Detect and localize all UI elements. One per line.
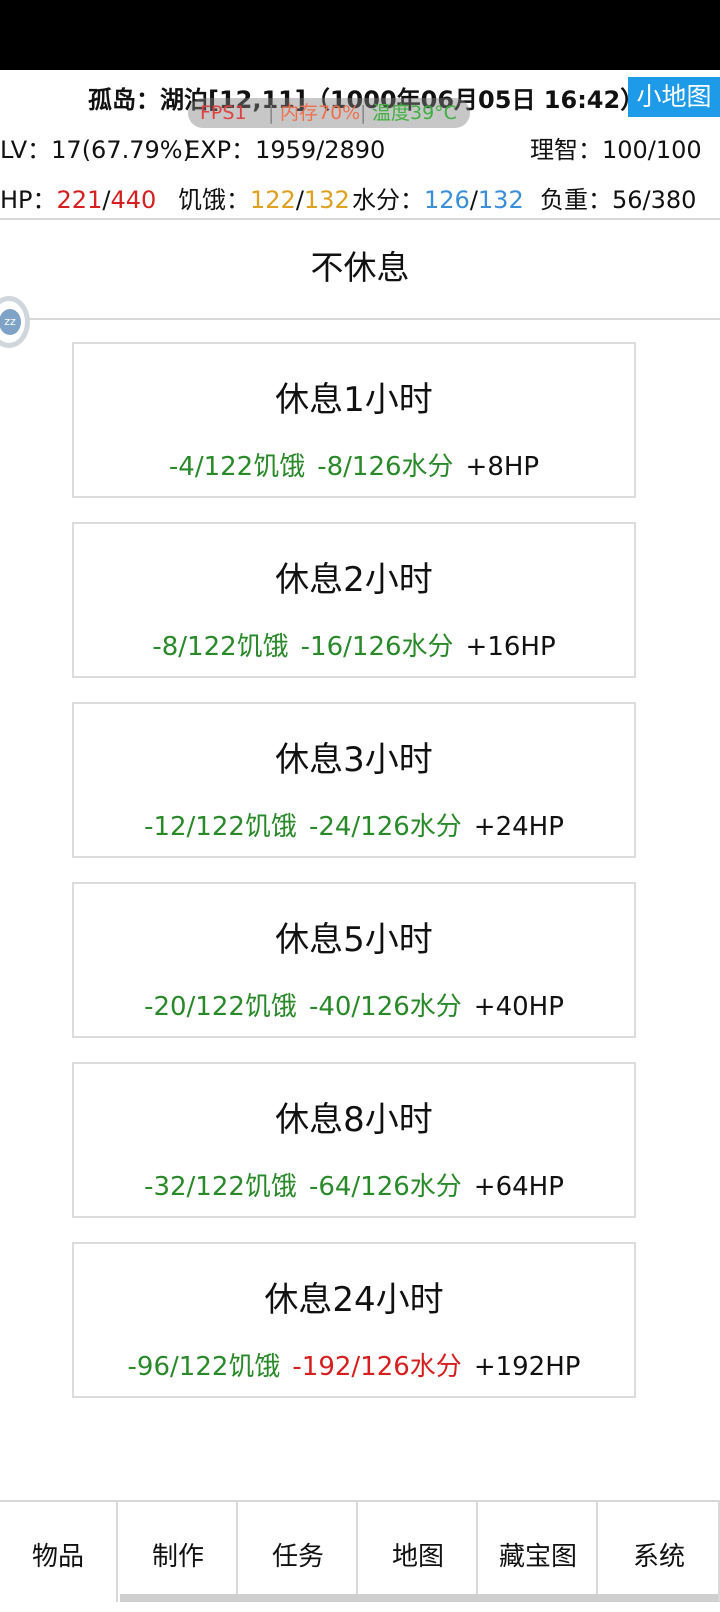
nav-craft[interactable]: 制作	[120, 1502, 238, 1602]
rest-option-title: 休息5小时	[275, 920, 433, 960]
hp-gain: +24HP	[473, 812, 564, 842]
performance-overlay: FPS1 | 内存70% | 温度39°C	[188, 98, 470, 128]
hunger-sep: /	[295, 186, 304, 214]
nav-system[interactable]: 系统	[600, 1502, 720, 1602]
rest-option-1[interactable]: 休息1小时 -4/122饥饿 -8/126水分 +8HP	[72, 342, 636, 498]
water-current: 126	[424, 186, 470, 214]
hunger-stat: 饥饿：122/132	[178, 180, 350, 215]
weight-text: 负重：56/380	[540, 186, 697, 214]
water-cost: -64/126水分	[308, 1172, 462, 1202]
fps-text: FPS1	[200, 102, 247, 124]
water-stat: 水分：126/132	[352, 180, 524, 215]
water-cost: -16/126水分	[300, 632, 454, 662]
water-cost: -24/126水分	[308, 812, 462, 842]
rest-option-title: 休息1小时	[275, 380, 433, 420]
hunger-max: 132	[303, 186, 350, 214]
minimap-button[interactable]: 小地图	[628, 77, 720, 117]
hunger-cost: -8/122饥饿	[152, 632, 289, 662]
level-text: LV：17(67.79%)	[0, 136, 192, 164]
water-label: 水分：	[352, 186, 424, 214]
water-max: 132	[477, 186, 524, 214]
nav-items[interactable]: 物品	[0, 1502, 118, 1602]
rest-option-title: 休息2小时	[275, 560, 433, 600]
bottom-navigation: 物品 制作 任务 地图 藏宝图 系统	[0, 1500, 720, 1602]
water-cost: -40/126水分	[308, 992, 462, 1022]
water-cost: -192/126水分	[292, 1352, 462, 1382]
player-status-panel: 孤岛：湖泊[12,11]（1000年06月05日 16:42） 小地图 LV：1…	[0, 70, 720, 220]
rest-option-title: 休息24小时	[264, 1280, 444, 1320]
no-rest-button[interactable]: 不休息	[0, 218, 720, 320]
nav-scroll-indicator	[120, 1594, 718, 1602]
overlay-divider: |	[268, 102, 275, 124]
hp-max: 440	[110, 186, 157, 214]
system-status-bar	[0, 0, 720, 70]
rest-option-8[interactable]: 休息8小时 -32/122饥饿 -64/126水分 +64HP	[72, 1062, 636, 1218]
hunger-cost: -12/122饥饿	[144, 812, 297, 842]
hunger-label: 饥饿：	[178, 186, 250, 214]
rest-option-effects: -20/122饥饿 -40/126水分 +40HP	[74, 986, 634, 1023]
hp-gain: +64HP	[473, 1172, 564, 1202]
rest-option-effects: -8/122饥饿 -16/126水分 +16HP	[74, 626, 634, 663]
hunger-cost: -96/122饥饿	[127, 1352, 281, 1382]
rest-option-title: 休息3小时	[275, 740, 433, 780]
hunger-cost: -20/122饥饿	[144, 992, 297, 1022]
nav-quests[interactable]: 任务	[240, 1502, 358, 1602]
hunger-cost: -4/122饥饿	[168, 452, 306, 482]
rest-option-2[interactable]: 休息2小时 -8/122饥饿 -16/126水分 +16HP	[72, 522, 636, 678]
hp-stat: HP：221/440	[0, 180, 156, 215]
stats-line-2: HP：221/440 饥饿：122/132 水分：126/132 负重：56/3…	[0, 180, 720, 220]
hp-current: 221	[56, 186, 103, 214]
sanity-text: 理智：100/100	[530, 136, 702, 164]
rest-option-effects: -4/122饥饿 -8/126水分 +8HP	[74, 446, 634, 483]
stats-line-1: LV：17(67.79%) EXP：1959/2890 理智：100/100	[0, 130, 720, 170]
hp-gain: +16HP	[465, 632, 556, 662]
rest-option-24[interactable]: 休息24小时 -96/122饥饿 -192/126水分 +192HP	[72, 1242, 636, 1398]
hp-gain: +192HP	[473, 1352, 581, 1382]
hunger-current: 122	[250, 186, 296, 214]
hp-gain: +40HP	[473, 992, 564, 1022]
rest-option-3[interactable]: 休息3小时 -12/122饥饿 -24/126水分 +24HP	[72, 702, 636, 858]
water-sep: /	[469, 186, 478, 214]
overlay-divider: |	[360, 102, 367, 124]
memory-text: 内存70%	[280, 102, 361, 124]
rest-option-5[interactable]: 休息5小时 -20/122饥饿 -40/126水分 +40HP	[72, 882, 636, 1038]
rest-option-effects: -12/122饥饿 -24/126水分 +24HP	[74, 806, 634, 843]
rest-option-title: 休息8小时	[275, 1100, 433, 1140]
water-cost: -8/126水分	[317, 452, 454, 482]
nav-treasure-map[interactable]: 藏宝图	[480, 1502, 598, 1602]
temperature-text: 温度39°C	[372, 102, 457, 124]
rest-option-effects: -96/122饥饿 -192/126水分 +192HP	[74, 1346, 634, 1383]
hunger-cost: -32/122饥饿	[144, 1172, 297, 1202]
rest-option-effects: -32/122饥饿 -64/126水分 +64HP	[74, 1166, 634, 1203]
nav-map[interactable]: 地图	[360, 1502, 478, 1602]
exp-text: EXP：1959/2890	[185, 136, 386, 164]
hp-gain: +8HP	[465, 452, 540, 482]
hp-label: HP：	[0, 186, 57, 214]
